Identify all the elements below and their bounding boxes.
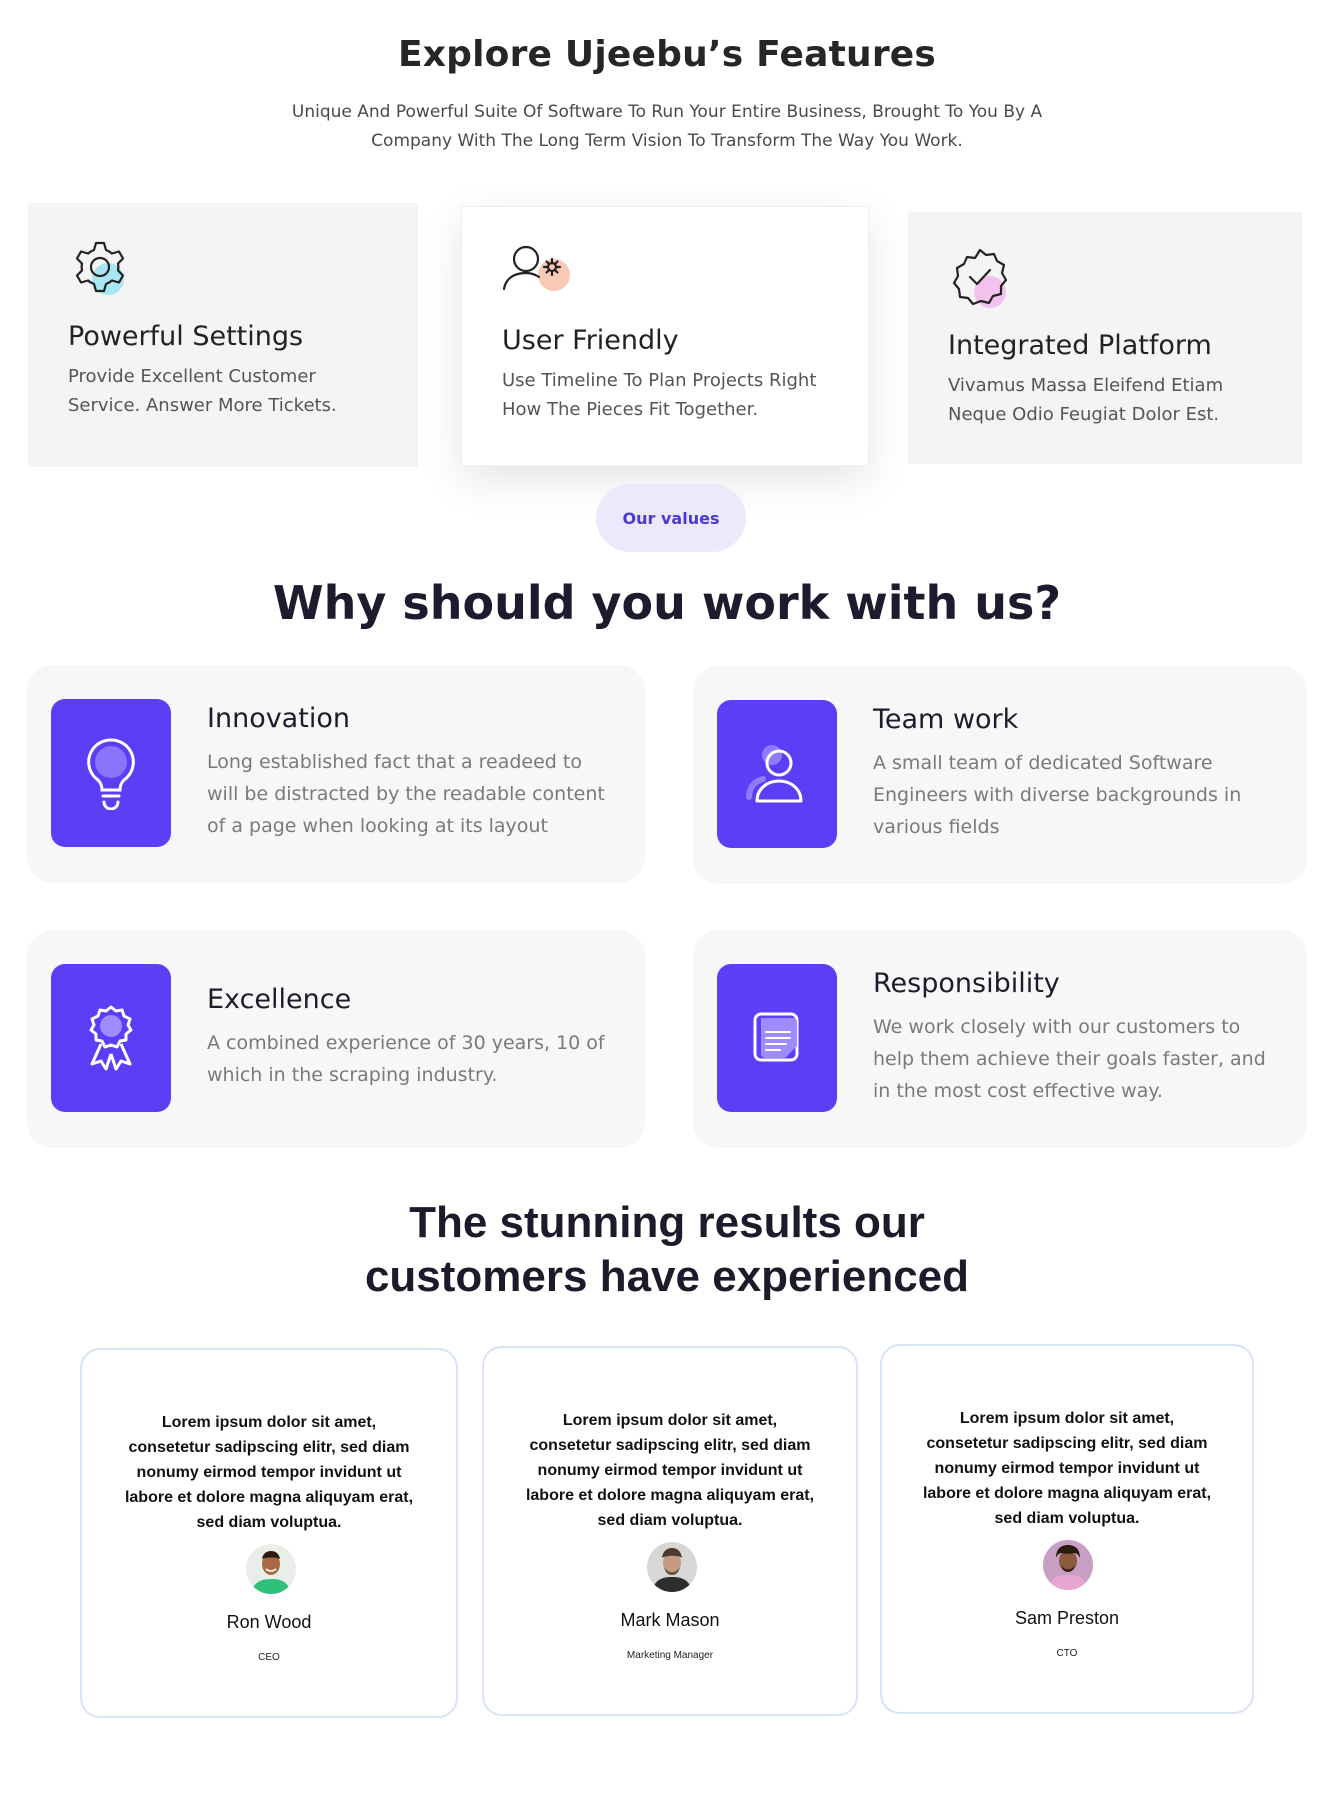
value-title: Excellence bbox=[207, 984, 352, 1015]
value-title: Responsibility bbox=[873, 968, 1060, 999]
testimonial-quote: Lorem ipsum dolor sit amet, consetetur s… bbox=[922, 1410, 1212, 1527]
value-description: A combined experience of 30 years, 10 of… bbox=[207, 1032, 605, 1086]
testimonial-role: CTO bbox=[1056, 1648, 1078, 1659]
testimonial-name: Mark Mason bbox=[620, 1610, 720, 1630]
testimonial-card: Lorem ipsum dolor sit amet, consetetur s… bbox=[80, 1348, 458, 1718]
value-description: Long established fact that a readeed to … bbox=[207, 751, 605, 837]
value-card-innovation: Innovation Long established fact that a … bbox=[27, 665, 645, 883]
results-title: The stunning results our customers have … bbox=[0, 1196, 1334, 1304]
value-card-team-work: Team work A small team of dedicated Soft… bbox=[693, 666, 1307, 884]
lightbulb-icon bbox=[51, 699, 171, 847]
avatar bbox=[1043, 1540, 1093, 1590]
testimonial-name: Sam Preston bbox=[1014, 1608, 1120, 1628]
testimonial-quote: Lorem ipsum dolor sit amet, consetetur s… bbox=[124, 1414, 414, 1531]
value-description: A small team of dedicated Software Engin… bbox=[873, 752, 1242, 838]
why-work-with-us-title: Why should you work with us? bbox=[272, 576, 1062, 630]
testimonial-card: Lorem ipsum dolor sit amet, consetetur s… bbox=[880, 1344, 1254, 1714]
value-card-excellence: Excellence A combined experience of 30 y… bbox=[27, 930, 645, 1148]
feature-title: Powerful Settings bbox=[68, 321, 304, 352]
testimonial-card: Lorem ipsum dolor sit amet, consetetur s… bbox=[482, 1346, 858, 1716]
testimonial-role: CEO bbox=[258, 1652, 280, 1663]
gear-icon bbox=[68, 235, 132, 299]
award-ribbon-icon bbox=[51, 964, 171, 1112]
value-title: Team work bbox=[873, 704, 1019, 735]
features-subtitle: Unique And Powerful Suite Of Software To… bbox=[291, 102, 1043, 151]
feature-description: Use Timeline To Plan Projects Right How … bbox=[502, 370, 817, 420]
verified-badge-icon bbox=[948, 244, 1012, 308]
value-card-responsibility: Responsibility We work closely with our … bbox=[693, 930, 1307, 1148]
feature-title: Integrated Platform bbox=[948, 330, 1212, 361]
features-title: Explore Ujeebu’s Features bbox=[397, 34, 937, 75]
user-icon bbox=[717, 700, 837, 848]
avatar bbox=[246, 1544, 296, 1594]
feature-title: User Friendly bbox=[502, 325, 679, 356]
results-title-line2: customers have experienced bbox=[364, 1252, 970, 1301]
testimonial-quote: Lorem ipsum dolor sit amet, consetetur s… bbox=[525, 1412, 815, 1529]
testimonial-name: Ron Wood bbox=[226, 1612, 312, 1632]
user-settings-icon bbox=[502, 239, 570, 303]
feature-description: Vivamus Massa Eleifend Etiam Neque Odio … bbox=[948, 375, 1224, 425]
testimonial-role: Marketing Manager bbox=[626, 1650, 714, 1661]
feature-description: Provide Excellent Customer Service. Answ… bbox=[68, 366, 337, 416]
document-icon bbox=[717, 964, 837, 1112]
value-description: We work closely with our customers to he… bbox=[873, 1016, 1266, 1102]
avatar bbox=[647, 1542, 697, 1592]
our-values-pill: Our values bbox=[596, 484, 746, 552]
feature-card-integrated-platform: Integrated Platform Vivamus Massa Eleife… bbox=[908, 212, 1302, 464]
results-title-line1: The stunning results our bbox=[409, 1198, 925, 1247]
feature-card-user-friendly: User Friendly Use Timeline To Plan Proje… bbox=[461, 206, 869, 466]
feature-card-powerful-settings: Powerful Settings Provide Excellent Cust… bbox=[28, 203, 418, 467]
value-title: Innovation bbox=[207, 703, 350, 734]
